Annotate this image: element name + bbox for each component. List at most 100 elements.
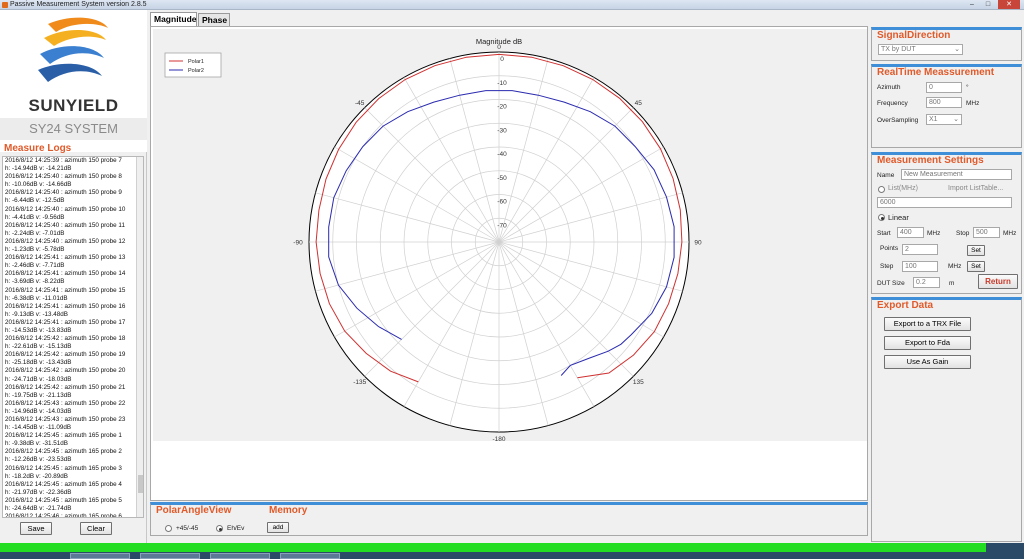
- log-line: 2016/8/12 14:25:42 : azimuth 150 probe 2…: [5, 383, 126, 391]
- measurement-settings-section: Measurement Settings Name New Measuremen…: [871, 152, 1022, 294]
- step-unit: MHz: [948, 263, 962, 270]
- start-unit: MHz: [927, 230, 941, 237]
- polar-angle-view-section: PolarAngleView Memory +45/-45 Eh/Ev add: [150, 502, 868, 536]
- log-line: 2016/8/12 14:25:41 : azimuth 150 probe 1…: [5, 270, 126, 278]
- log-line: h: -21.97dB v: -22.36dB: [5, 488, 72, 496]
- radial-tick-label: -60: [497, 199, 507, 206]
- log-line: 2016/8/12 14:25:43 : azimuth 150 probe 2…: [5, 416, 126, 423]
- log-line: 2016/8/12 14:25:40 : azimuth 150 probe 1…: [5, 205, 126, 213]
- chart-title: Magnitude dB: [476, 37, 522, 46]
- measure-logs-list[interactable]: 2016/8/12 14:25:39 : azimuth 150 probe 7…: [2, 156, 144, 518]
- taskbar-button[interactable]: [140, 553, 200, 559]
- log-line: h: -14.96dB v: -14.03dB: [5, 407, 72, 415]
- log-line: h: -3.69dB v: -8.22dB: [5, 278, 65, 286]
- close-button[interactable]: ✕: [998, 0, 1020, 9]
- log-line: h: -9.13dB v: -13.48dB: [5, 310, 69, 318]
- list-label: List(MHz): [888, 185, 918, 192]
- start-field[interactable]: 400: [897, 227, 924, 238]
- log-line: 2016/8/12 14:25:45 : azimuth 165 probe 2: [5, 448, 122, 456]
- log-line: 2016/8/12 14:25:46 : azimuth 165 probe 6: [5, 513, 122, 518]
- log-line: 2016/8/12 14:25:41 : azimuth 150 probe 1…: [5, 318, 126, 326]
- import-list-link[interactable]: Import ListTable...: [948, 185, 1003, 192]
- use-as-gain-button[interactable]: Use As Gain: [884, 355, 971, 369]
- name-label: Name: [877, 172, 895, 179]
- frequency-field[interactable]: 800: [926, 97, 962, 108]
- radio-eh-ev-label: Eh/Ev: [227, 525, 245, 532]
- radial-tick-label: -20: [497, 104, 507, 111]
- azimuth-field[interactable]: 0: [926, 82, 962, 93]
- radio-eh-ev[interactable]: [216, 525, 223, 532]
- tab-phase[interactable]: Phase: [198, 13, 230, 27]
- radial-tick-label: -50: [497, 175, 507, 182]
- polar-plot-area: 0 -10 -20 -30 -40 -50 -60 -70 0 45 90 135 -180 -135 -9…: [153, 29, 867, 443]
- log-line: h: -6.44dB v: -12.5dB: [5, 197, 65, 205]
- frequency-label: Frequency: [877, 100, 908, 107]
- log-line: h: -14.45dB v: -11.09dB: [5, 424, 72, 432]
- export-data-title: Export Data: [877, 300, 934, 311]
- realtime-title: RealTime Meassurement: [877, 67, 995, 78]
- logs-scrollbar[interactable]: [136, 157, 143, 517]
- clear-button[interactable]: Clear: [80, 522, 112, 535]
- log-line: 2016/8/12 14:25:40 : azimuth 150 probe 8: [5, 173, 122, 181]
- minimize-button[interactable]: –: [965, 0, 979, 9]
- log-line: 2016/8/12 14:25:40 : azimuth 150 probe 9: [5, 189, 122, 197]
- log-line: 2016/8/12 14:25:42 : azimuth 150 probe 2…: [5, 367, 126, 375]
- step-label: Step: [880, 263, 894, 270]
- log-line: h: -9.38dB v: -31.51dB: [5, 440, 69, 448]
- save-button[interactable]: Save: [20, 522, 52, 535]
- step-field[interactable]: 100: [902, 261, 938, 272]
- log-line: h: -14.53dB v: -13.83dB: [5, 326, 72, 334]
- log-line: h: -24.71dB v: -18.03dB: [5, 375, 72, 383]
- log-line: h: -12.26dB v: -23.53dB: [5, 456, 72, 464]
- frequency-unit: MHz: [966, 100, 980, 107]
- taskbar-button[interactable]: [70, 553, 130, 559]
- radial-tick-label: -70: [497, 222, 507, 229]
- brand-name: SUNYIELD: [28, 96, 119, 115]
- log-line: 2016/8/12 14:25:43 : azimuth 150 probe 2…: [5, 399, 126, 407]
- oversampling-value: X1: [929, 116, 938, 123]
- log-line: 2016/8/12 14:25:45 : azimuth 165 probe 1: [5, 432, 122, 440]
- log-line: 2016/8/12 14:25:42 : azimuth 150 probe 1…: [5, 335, 126, 343]
- step-set-button[interactable]: Set: [967, 261, 985, 272]
- log-line: h: -6.38dB v: -11.01dB: [5, 294, 68, 302]
- stop-field[interactable]: 500: [973, 227, 1000, 238]
- points-field[interactable]: 2: [902, 244, 938, 255]
- maximize-button[interactable]: □: [981, 0, 995, 9]
- measure-logs-title: Measure Logs: [4, 143, 72, 154]
- memory-add-button[interactable]: add: [267, 522, 289, 533]
- angle-tick-label: 90: [694, 240, 702, 247]
- dut-size-field[interactable]: 0.2: [913, 277, 940, 288]
- left-panel: SUNYIELD SY24 SYSTEM Measure Logs 2016/8…: [0, 10, 147, 545]
- return-button[interactable]: Return: [978, 274, 1018, 289]
- points-set-button[interactable]: Set: [967, 245, 985, 256]
- memory-title: Memory: [269, 505, 308, 516]
- oversampling-select[interactable]: X1 ⌄: [926, 114, 962, 125]
- radio-list[interactable]: [878, 186, 885, 193]
- tab-magnitude[interactable]: Magnitude: [150, 12, 197, 26]
- log-line: 2016/8/12 14:25:39 : azimuth 150 probe 7: [5, 157, 122, 164]
- export-fda-button[interactable]: Export to Fda: [884, 336, 971, 350]
- log-line: h: -1.23dB v: -5.78dB: [5, 246, 65, 254]
- radio-linear[interactable]: [878, 214, 885, 221]
- taskbar-button[interactable]: [210, 553, 270, 559]
- legend-label-polar1: Polar1: [188, 59, 204, 65]
- log-line: 2016/8/12 14:25:41 : azimuth 150 probe 1…: [5, 302, 126, 310]
- oversampling-label: OverSampling: [877, 117, 919, 124]
- radial-tick-label: -30: [497, 127, 507, 134]
- angle-tick-label: -135: [353, 379, 366, 386]
- name-field[interactable]: New Measurement: [901, 169, 1012, 180]
- export-trx-button[interactable]: Export to a TRX File: [884, 317, 971, 331]
- export-data-section: Export Data Export to a TRX File Export …: [871, 297, 1022, 542]
- radio-45[interactable]: [165, 525, 172, 532]
- brand-logo: SUNYIELD SY24 SYSTEM: [0, 10, 147, 152]
- log-line: 2016/8/12 14:25:41 : azimuth 150 probe 1…: [5, 254, 126, 262]
- dut-size-unit: m: [949, 280, 955, 287]
- logs-scroll-thumb[interactable]: [138, 475, 143, 493]
- radio-45-label: +45/-45: [176, 525, 199, 532]
- list-field[interactable]: 6000: [877, 197, 1012, 208]
- taskbar-button[interactable]: [280, 553, 340, 559]
- dut-size-label: DUT Size: [877, 280, 905, 287]
- log-line: 2016/8/12 14:25:40 : azimuth 150 probe 1…: [5, 237, 126, 245]
- progress-bar: [0, 543, 986, 552]
- signal-direction-select[interactable]: TX by DUT ⌄: [878, 44, 963, 55]
